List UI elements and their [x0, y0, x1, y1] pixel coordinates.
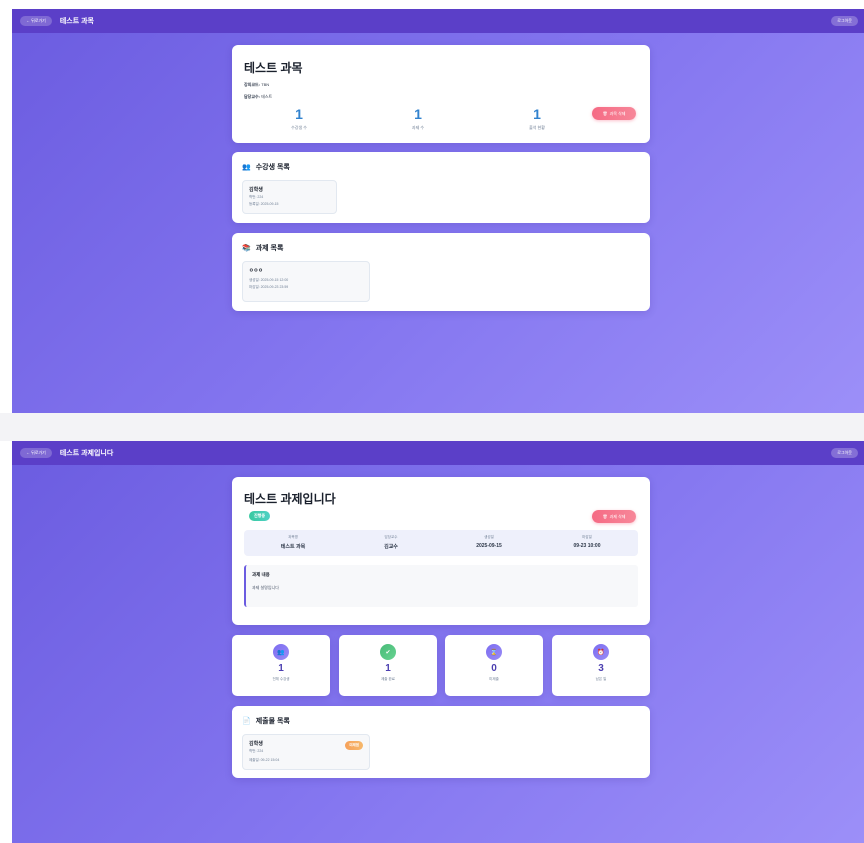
- stat-card-total-students: 👥 1 전체 수강생: [232, 635, 330, 696]
- assignment-title: 테스트 과제입니다: [244, 492, 336, 506]
- assignment-item[interactable]: ㅇㅇㅇ 생성일: 2025-09-15 12:00 마감일: 2025-09-2…: [242, 261, 370, 302]
- trash-icon: 🗑: [602, 111, 608, 116]
- navbar-title: 테스트 과목: [59, 18, 94, 25]
- stat-attendance: 1 출석 현황: [529, 106, 545, 130]
- clock-icon: ⏰: [593, 644, 609, 660]
- assignment-content-box: 과제 내용 과제 설명입니다: [244, 565, 638, 607]
- student-list-header: 👥 수강생 목록: [242, 164, 290, 171]
- back-button[interactable]: ← 뒤로가기: [20, 16, 52, 26]
- student-item[interactable]: 김학생 학번: 224 등록일: 2025-09-15: [242, 180, 337, 214]
- delete-course-button[interactable]: 🗑 과목 삭제: [592, 107, 636, 120]
- navbar-title: 테스트 과제입니다: [59, 450, 114, 457]
- course-code: 강의코드: TBN: [244, 82, 270, 87]
- logout-button[interactable]: 로그아웃: [831, 448, 858, 458]
- student-list-card: 👥 수강생 목록 김학생 학번: 224 등록일: 2025-09-15: [232, 152, 650, 223]
- stat-students: 1 수강생 수: [291, 106, 307, 130]
- submission-list-card: 📄 제출물 목록 김학생 학번: 224 제출일: 09-22 15:04 미채…: [232, 706, 650, 778]
- stat-assignments: 1 과제 수: [411, 106, 425, 130]
- status-badge: 진행중: [249, 511, 271, 521]
- document-icon: 📄: [242, 718, 251, 725]
- stat-card-not-submitted: ⌛ 0 미제출: [445, 635, 543, 696]
- assignment-info-card: 테스트 과제입니다 진행중 🗑 과제 삭제 과목명 테스트 과목 담당교수 김교수…: [232, 477, 650, 625]
- assignment-info-strip: 과목명 테스트 과목 담당교수 김교수 생성일 2025-09-15 마감일 0…: [244, 530, 638, 556]
- people-icon: 👥: [242, 164, 251, 171]
- top-navbar: ← 뒤로가기 테스트 과제입니다 로그아웃: [12, 441, 864, 465]
- people-icon: 👥: [273, 644, 289, 660]
- check-icon: ✔: [380, 644, 396, 660]
- logout-button[interactable]: 로그아웃: [831, 16, 858, 26]
- submission-item[interactable]: 김학생 학번: 224 제출일: 09-22 15:04 미채점: [242, 734, 370, 770]
- stat-card-days-left: ⏰ 3 남은 일: [552, 635, 650, 696]
- assignment-list-header: 📚 과제 목록: [242, 245, 284, 252]
- course-info-card: 테스트 과목 강의코드: TBN 담당교수: 테스트 1 수강생 수 1 과제 …: [232, 45, 650, 143]
- info-due: 마감일 09-23 10:00: [573, 535, 601, 549]
- info-professor: 담당교수 김교수: [384, 535, 398, 550]
- grading-status-badge: 미채점: [345, 741, 363, 750]
- book-icon: 📚: [242, 245, 251, 252]
- course-title: 테스트 과목: [244, 61, 303, 75]
- info-created: 생성일 2025-09-15: [476, 535, 502, 549]
- assignment-detail-screen: ← 뒤로가기 테스트 과제입니다 로그아웃 테스트 과제입니다 진행중 🗑 과제 …: [12, 441, 864, 843]
- assignment-list-card: 📚 과제 목록 ㅇㅇㅇ 생성일: 2025-09-15 12:00 마감일: 2…: [232, 233, 650, 311]
- trash-icon: 🗑: [602, 514, 608, 519]
- info-course: 과목명 테스트 과목: [280, 535, 306, 550]
- course-detail-screen: ← 뒤로가기 테스트 과목 로그아웃 테스트 과목 강의코드: TBN 담당교수…: [12, 9, 864, 413]
- hourglass-icon: ⌛: [486, 644, 502, 660]
- submission-list-header: 📄 제출물 목록: [242, 718, 290, 725]
- screen-divider: [0, 413, 864, 441]
- stat-card-submitted: ✔ 1 제출 완료: [339, 635, 437, 696]
- course-professor: 담당교수: 테스트: [244, 94, 273, 99]
- back-button[interactable]: ← 뒤로가기: [20, 448, 52, 458]
- top-navbar: ← 뒤로가기 테스트 과목 로그아웃: [12, 9, 864, 33]
- delete-assignment-button[interactable]: 🗑 과제 삭제: [592, 510, 636, 523]
